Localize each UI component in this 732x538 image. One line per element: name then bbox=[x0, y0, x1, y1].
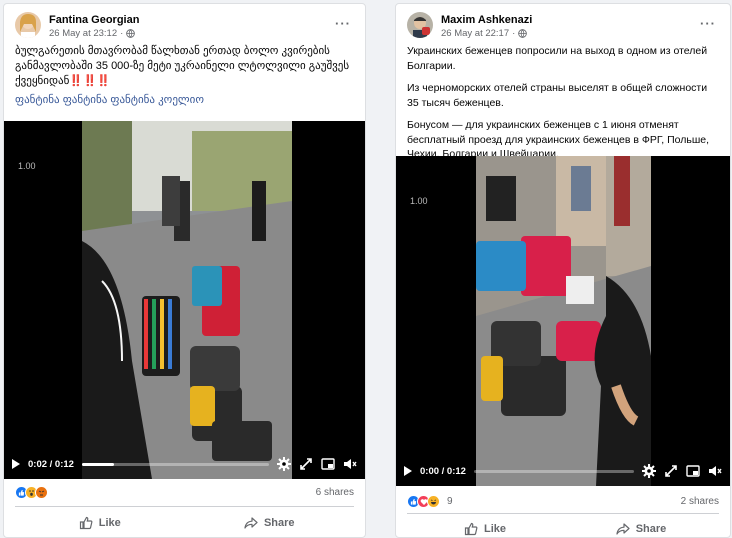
angry-reaction-icon bbox=[35, 486, 48, 499]
post-stats: 9 2 shares bbox=[407, 495, 719, 508]
like-button[interactable]: Like bbox=[407, 515, 563, 537]
post-body: ბულგარეთის მთავრობამ წალხთან ერთად ბოლო … bbox=[15, 45, 350, 87]
post-stats: 6 shares bbox=[15, 486, 354, 499]
avatar[interactable] bbox=[15, 12, 41, 38]
video-controls: 0:00 / 0:12 bbox=[396, 456, 730, 486]
post-card: Fantina Georgian 26 May at 23:12 · ··· ბ… bbox=[3, 3, 366, 538]
video-player[interactable]: 1.00 0:00 / 0:12 bbox=[396, 156, 730, 486]
globe-icon bbox=[518, 29, 528, 38]
settings-icon[interactable] bbox=[277, 457, 291, 471]
like-icon bbox=[464, 522, 478, 536]
reactions[interactable] bbox=[407, 495, 440, 508]
post-paragraph: Бонусом — для украинских беженцев с 1 ию… bbox=[407, 119, 710, 160]
volume-icon[interactable] bbox=[343, 457, 357, 471]
post-card: Maxim Ashkenazi 26 May at 22:17 · ··· Ук… bbox=[395, 3, 731, 538]
video-progress[interactable] bbox=[473, 469, 634, 473]
share-icon bbox=[244, 517, 258, 529]
share-label: Share bbox=[263, 517, 295, 529]
share-label: Share bbox=[635, 523, 667, 535]
like-label: Like bbox=[98, 517, 121, 529]
divider bbox=[15, 506, 354, 507]
post-meta: 26 May at 22:17 · bbox=[441, 28, 528, 39]
video-controls: 0:02 / 0:12 bbox=[4, 449, 365, 479]
post-time[interactable]: 26 May at 23:12 bbox=[49, 28, 117, 39]
video-frame bbox=[82, 121, 292, 479]
share-count[interactable]: 2 shares bbox=[681, 496, 719, 507]
post-header: Fantina Georgian 26 May at 23:12 · ··· bbox=[4, 4, 365, 44]
emoji: ‼️‼️‼️ bbox=[69, 75, 111, 87]
hashtags[interactable]: ფანტინა ფანტინა ფანტინა კოელიო bbox=[15, 93, 354, 108]
share-button[interactable]: Share bbox=[185, 509, 355, 537]
post-time[interactable]: 26 May at 22:17 bbox=[441, 28, 509, 39]
reactions[interactable] bbox=[15, 486, 48, 499]
video-version: 1.00 bbox=[410, 196, 428, 206]
volume-icon[interactable] bbox=[708, 464, 722, 478]
share-count[interactable]: 6 shares bbox=[316, 487, 354, 498]
author-name[interactable]: Maxim Ashkenazi bbox=[441, 14, 532, 26]
post-paragraph: Из черноморских отелей страны выселят в … bbox=[407, 82, 708, 109]
globe-icon bbox=[126, 29, 136, 38]
fullscreen-icon[interactable] bbox=[299, 457, 313, 471]
author-name[interactable]: Fantina Georgian bbox=[49, 14, 139, 26]
post-text: Украинских беженцев попросили на выход в… bbox=[396, 44, 730, 162]
post-actions: Like Share bbox=[407, 515, 719, 537]
post-meta: 26 May at 23:12 · bbox=[49, 28, 136, 39]
share-icon bbox=[616, 523, 630, 535]
post-text: ბულგარეთის მთავრობამ წალხთან ერთად ბოლო … bbox=[4, 44, 365, 108]
divider bbox=[407, 513, 719, 514]
reaction-count[interactable]: 9 bbox=[447, 496, 453, 507]
settings-icon[interactable] bbox=[642, 464, 656, 478]
like-button[interactable]: Like bbox=[15, 509, 185, 537]
video-time: 0:02 / 0:12 bbox=[28, 458, 74, 470]
post-actions: Like Share bbox=[15, 509, 354, 537]
like-label: Like bbox=[483, 523, 506, 535]
avatar[interactable] bbox=[407, 12, 433, 38]
pip-icon[interactable] bbox=[686, 464, 700, 478]
post-paragraph: Украинских беженцев попросили на выход в… bbox=[407, 45, 708, 72]
video-progress[interactable] bbox=[81, 462, 269, 466]
fullscreen-icon[interactable] bbox=[664, 464, 678, 478]
more-icon[interactable]: ··· bbox=[700, 16, 716, 31]
like-icon bbox=[79, 516, 93, 530]
video-version: 1.00 bbox=[18, 161, 36, 171]
video-time: 0:00 / 0:12 bbox=[420, 465, 466, 477]
video-frame bbox=[476, 156, 651, 486]
play-icon[interactable] bbox=[404, 466, 412, 476]
post-header: Maxim Ashkenazi 26 May at 22:17 · ··· bbox=[396, 4, 730, 44]
pip-icon[interactable] bbox=[321, 457, 335, 471]
video-player[interactable]: 1.00 0:02 / 0:12 bbox=[4, 121, 365, 479]
share-button[interactable]: Share bbox=[563, 515, 719, 537]
play-icon[interactable] bbox=[12, 459, 20, 469]
more-icon[interactable]: ··· bbox=[335, 16, 351, 31]
haha-reaction-icon bbox=[427, 495, 440, 508]
